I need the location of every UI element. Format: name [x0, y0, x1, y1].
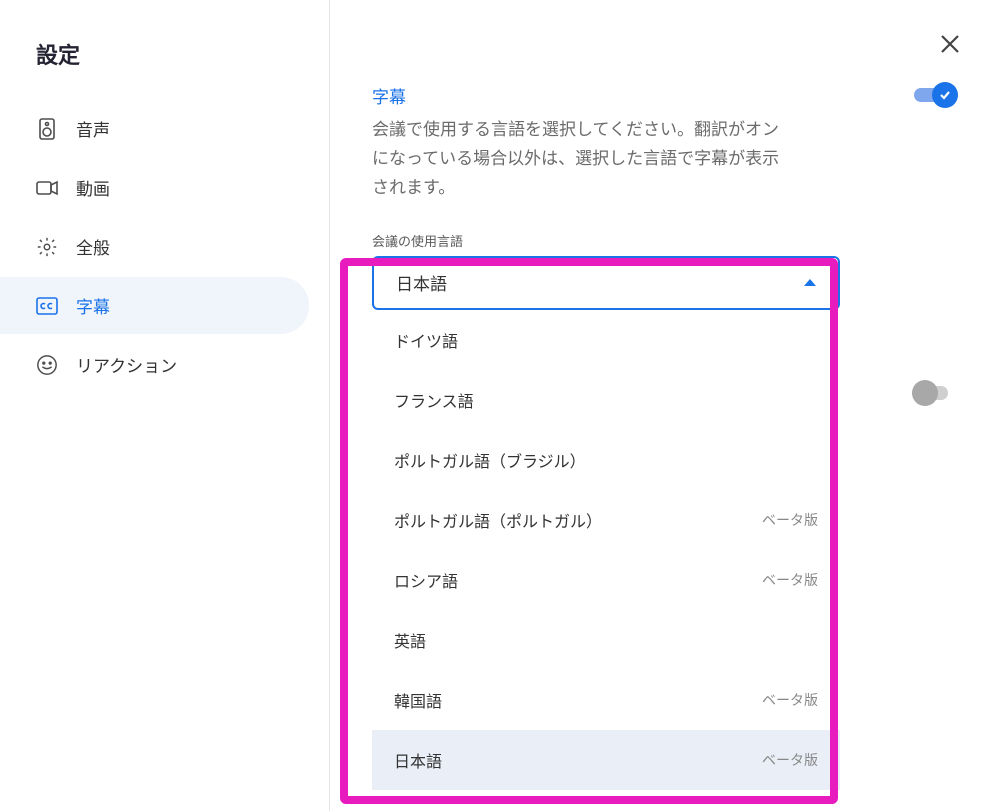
sidebar-item-captions[interactable]: 字幕 — [0, 277, 309, 334]
captions-toggle[interactable] — [914, 82, 958, 108]
settings-main: 字幕 会議で使用する言語を選択してください。翻訳がオンになっている場合以外は、選… — [330, 0, 1000, 811]
beta-badge: ベータ版 — [762, 510, 818, 530]
chevron-up-icon — [804, 279, 816, 286]
sidebar-item-label: 音声 — [76, 116, 110, 141]
sidebar-item-label: リアクション — [76, 352, 177, 377]
language-select[interactable]: 日本語 — [372, 256, 840, 310]
sidebar-item-label: 字幕 — [76, 293, 110, 318]
sidebar-item-general[interactable]: 全般 — [0, 218, 309, 275]
selected-value: 日本語 — [396, 270, 447, 295]
close-button[interactable] — [936, 30, 964, 58]
settings-sidebar: 設定 音声 動画 全般 — [0, 0, 330, 811]
speaker-icon — [36, 118, 58, 140]
sidebar-item-audio[interactable]: 音声 — [0, 100, 309, 157]
language-option-selected[interactable]: 日本語 ベータ版 — [372, 730, 840, 790]
sidebar-item-video[interactable]: 動画 — [0, 159, 309, 216]
video-icon — [36, 177, 58, 199]
language-option[interactable]: ポルトガル語（ブラジル） — [372, 430, 840, 490]
language-option[interactable]: 英語 — [372, 610, 840, 670]
captions-description: 会議で使用する言語を選択してください。翻訳がオンになっている場合以外は、選択した… — [372, 116, 792, 203]
language-option[interactable]: ロシア語 ベータ版 — [372, 550, 840, 610]
scrollbar-thumb[interactable] — [831, 480, 838, 780]
language-option[interactable]: ドイツ語 — [372, 310, 840, 370]
language-option[interactable]: フランス語 — [372, 370, 840, 430]
beta-badge: ベータ版 — [762, 750, 818, 770]
section-title: 字幕 — [372, 83, 406, 108]
beta-badge: ベータ版 — [762, 570, 818, 590]
language-option[interactable]: 韓国語 ベータ版 — [372, 670, 840, 730]
language-dropdown: ドイツ語 フランス語 ポルトガル語（ブラジル） ポルトガル語（ポルトガル） ベー… — [372, 310, 840, 790]
language-option[interactable]: ポルトガル語（ポルトガル） ベータ版 — [372, 490, 840, 550]
sidebar-item-label: 動画 — [76, 175, 110, 200]
sidebar-item-label: 全般 — [76, 234, 110, 259]
cc-icon — [36, 295, 58, 317]
smile-icon — [36, 354, 58, 376]
sidebar-title: 設定 — [0, 28, 329, 98]
beta-badge: ベータ版 — [762, 690, 818, 710]
sidebar-item-reactions[interactable]: リアクション — [0, 336, 309, 393]
language-field-label: 会議の使用言語 — [372, 231, 958, 250]
gear-icon — [36, 236, 58, 258]
